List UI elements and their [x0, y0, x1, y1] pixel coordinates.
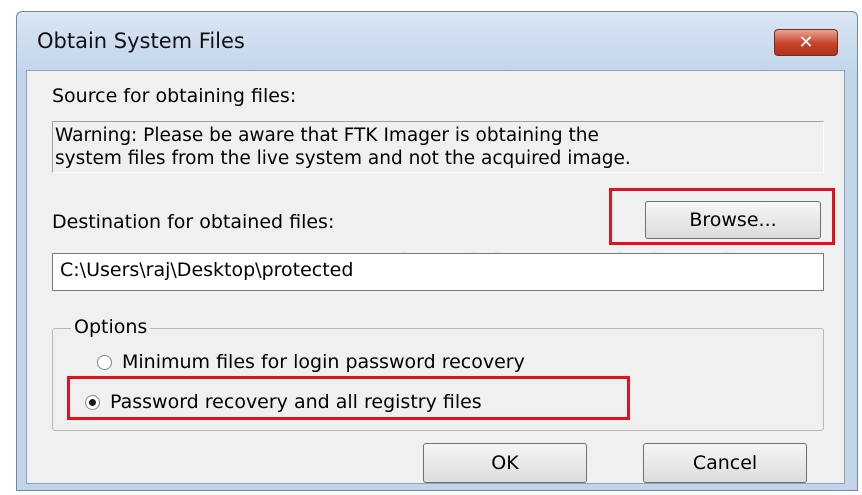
- ok-button[interactable]: OK: [423, 443, 587, 483]
- radio-minimum-files-label: Minimum files for login password recover…: [122, 351, 525, 373]
- radio-checked-icon[interactable]: [85, 394, 100, 410]
- radio-password-recovery[interactable]: Password recovery and all registry files: [85, 391, 482, 413]
- warning-message: Warning: Please be aware that FTK Imager…: [52, 121, 824, 173]
- title-bar: Obtain System Files ✕: [17, 12, 857, 70]
- cancel-button[interactable]: Cancel: [643, 443, 807, 483]
- close-button[interactable]: ✕: [774, 29, 838, 56]
- obtain-system-files-dialog: Obtain System Files ✕ Source for obtaini…: [16, 11, 858, 491]
- close-icon: ✕: [798, 32, 814, 53]
- destination-label: Destination for obtained files:: [52, 211, 335, 233]
- dialog-title: Obtain System Files: [37, 29, 245, 53]
- options-legend: Options: [71, 316, 151, 338]
- radio-password-recovery-label: Password recovery and all registry files: [110, 391, 482, 413]
- browse-button[interactable]: Browse...: [645, 201, 821, 239]
- radio-unchecked-icon[interactable]: [97, 354, 112, 370]
- radio-minimum-files[interactable]: Minimum files for login password recover…: [97, 351, 525, 373]
- source-label: Source for obtaining files:: [52, 85, 297, 107]
- destination-path-input[interactable]: C:\Users\raj\Desktop\protected: [52, 253, 824, 291]
- dialog-body: Source for obtaining files: Warning: Ple…: [26, 70, 845, 484]
